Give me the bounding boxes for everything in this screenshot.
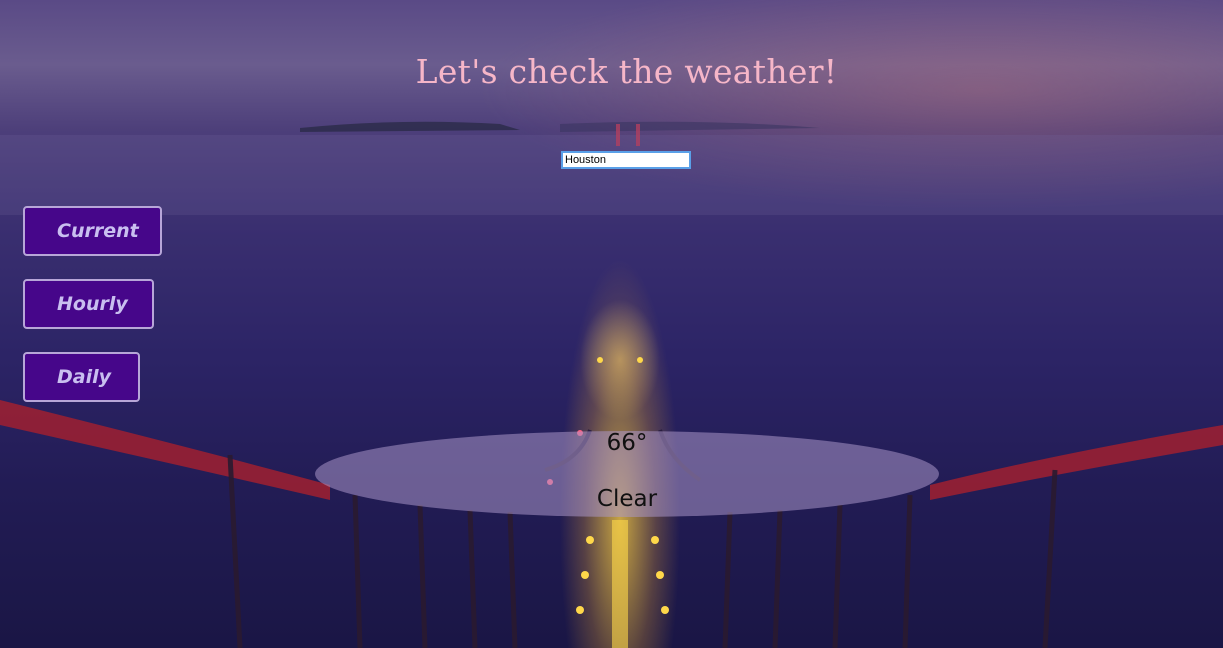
- hourly-button[interactable]: Hourly: [23, 279, 154, 329]
- weather-condition: Clear: [596, 486, 658, 512]
- page-title: Let's check the weather!: [415, 52, 838, 91]
- city-search-input[interactable]: [561, 151, 691, 169]
- current-button[interactable]: Current: [23, 206, 162, 256]
- temperature-value: 66°: [606, 430, 648, 456]
- daily-button[interactable]: Daily: [23, 352, 140, 402]
- background-scene: [0, 121, 1223, 648]
